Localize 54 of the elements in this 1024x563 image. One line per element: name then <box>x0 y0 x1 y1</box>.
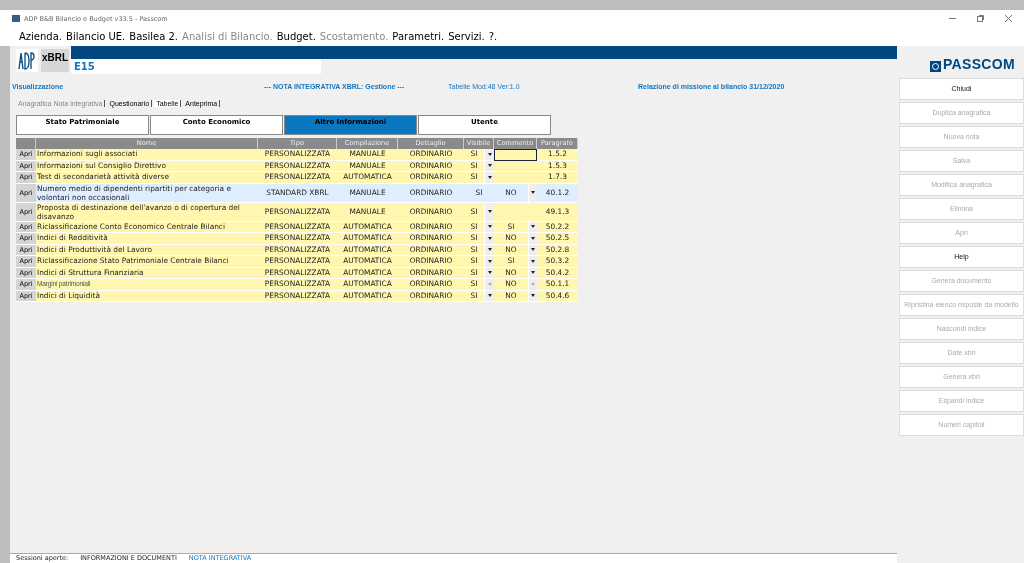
dropdown-button[interactable] <box>484 233 494 245</box>
close-icon <box>1004 15 1012 22</box>
dropdown-button[interactable] <box>484 267 494 279</box>
caret-icon <box>531 248 535 252</box>
caret-icon <box>487 152 492 156</box>
minimize-icon <box>948 18 956 19</box>
dropdown-button[interactable] <box>484 221 494 233</box>
dropdown-button[interactable] <box>528 221 537 233</box>
brand-icon <box>930 61 941 72</box>
menu-item[interactable]: Budget. <box>276 31 320 42</box>
caret-icon <box>487 236 492 240</box>
menu-item[interactable]: Bilancio UE. <box>66 31 130 42</box>
caret-icon <box>531 236 535 240</box>
caret-icon <box>487 271 492 275</box>
dropdown-button[interactable] <box>484 149 494 161</box>
caret-icon <box>531 225 535 229</box>
caret-icon <box>487 175 492 179</box>
menu-item[interactable]: Basilea 2. <box>129 31 183 42</box>
caret-icon <box>487 164 492 168</box>
dropdown-button[interactable] <box>528 290 537 302</box>
dropdown-button[interactable] <box>484 290 494 302</box>
comment-field[interactable] <box>494 149 537 161</box>
dropdown-button[interactable] <box>528 244 537 256</box>
menu-item[interactable]: Parametri. <box>392 31 449 42</box>
caret-icon <box>531 282 535 286</box>
menu-item[interactable]: ?. <box>488 31 502 42</box>
caret-icon <box>487 259 492 263</box>
caret-icon <box>487 225 492 229</box>
dropdown-button[interactable] <box>484 202 494 222</box>
logo-icon <box>16 49 38 72</box>
brand-logo: PASSCOM <box>943 56 1015 72</box>
caret-icon <box>487 294 492 298</box>
menu-item[interactable]: Servizi. <box>448 31 489 42</box>
dropdown-button[interactable] <box>484 172 494 184</box>
menu-item[interactable]: Azienda. <box>19 31 66 42</box>
dropdown-button[interactable] <box>484 160 494 172</box>
dropdown-button[interactable] <box>528 233 537 245</box>
dropdown-button[interactable] <box>528 183 537 203</box>
caret-icon <box>531 271 535 275</box>
caret-icon <box>531 259 535 263</box>
dropdown-button[interactable] <box>528 267 537 279</box>
xbrl-logo: xBRL <box>41 49 69 72</box>
company-code: E15 <box>71 59 321 74</box>
caret-icon <box>487 210 492 213</box>
app-icon <box>12 15 20 22</box>
dropdown-button[interactable] <box>528 256 537 268</box>
restore-icon <box>976 15 984 22</box>
dropdown-button[interactable] <box>484 256 494 268</box>
caret-icon <box>487 248 492 252</box>
header-cell <box>16 138 36 149</box>
dropdown-button[interactable] <box>484 244 494 256</box>
caret-icon <box>487 282 492 286</box>
caret-icon <box>531 294 535 298</box>
caret-icon <box>531 191 535 194</box>
